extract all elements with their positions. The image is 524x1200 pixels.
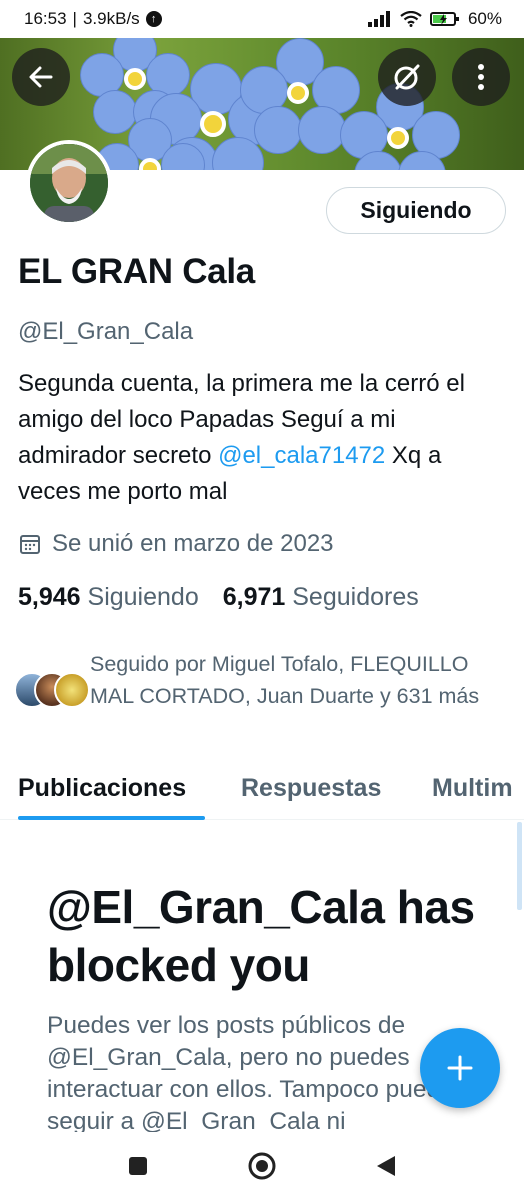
avatar[interactable] (26, 140, 112, 226)
status-right: 60% (367, 9, 502, 29)
joined-text: Se unió en marzo de 2023 (52, 530, 334, 557)
more-button[interactable] (452, 48, 510, 106)
followed-by[interactable]: Seguido por Miguel Tofalo, FLEQUILLO MAL… (14, 648, 514, 712)
system-nav-bar (0, 1132, 524, 1200)
profile-handle: @El_Gran_Cala (18, 318, 194, 345)
status-network-speed: 3.9kB/s (82, 9, 140, 28)
square-icon[interactable] (127, 1155, 149, 1177)
followers-label: Seguidores (292, 583, 419, 611)
status-left: 16:53 | 3.9kB/s ↑ (24, 9, 162, 29)
triangle-back-icon[interactable] (375, 1154, 397, 1178)
tab-replies[interactable]: Respuestas (241, 774, 381, 803)
back-button[interactable] (12, 48, 70, 106)
profile-name: EL GRAN Cala (18, 252, 255, 291)
blocked-message: Puedes ver los posts públicos de @El_Gra… (47, 1012, 467, 1132)
wifi-icon (400, 11, 422, 27)
following-stat[interactable]: 5,946 Siguiendo (18, 583, 199, 612)
active-tab-indicator (18, 816, 205, 820)
following-count: 5,946 (18, 583, 81, 611)
profile-tabs: Publicaciones Respuestas Multim (0, 760, 524, 820)
follower-avatar (54, 672, 90, 708)
vertical-dots-icon (478, 64, 484, 90)
follow-stats: 5,946 Siguiendo 6,971 Seguidores (18, 583, 419, 612)
scrollbar[interactable] (517, 822, 522, 910)
following-label: Siguiendo (87, 583, 199, 611)
followed-by-text: Seguido por Miguel Tofalo, FLEQUILLO MAL… (90, 652, 480, 708)
arrow-left-icon (29, 66, 53, 88)
tab-media[interactable]: Multim (432, 774, 513, 803)
compose-button[interactable] (420, 1028, 500, 1108)
joined-date: Se unió en marzo de 2023 (18, 530, 334, 558)
bio-mention-link[interactable]: @el_cala71472 (218, 442, 385, 469)
blocked-title: @El_Gran_Cala has blocked you (47, 881, 475, 991)
notification-icon: ↑ (145, 11, 162, 27)
circle-home-icon[interactable] (247, 1151, 277, 1181)
followers-count: 6,971 (222, 583, 286, 611)
avatar-photo (30, 144, 108, 222)
slashed-circle-icon (394, 64, 420, 90)
grok-button[interactable] (378, 48, 436, 106)
tab-posts[interactable]: Publicaciones (18, 774, 186, 803)
followers-stat[interactable]: 6,971 Seguidores (223, 583, 419, 612)
calendar-icon (20, 535, 40, 554)
battery-level: 60% (467, 9, 502, 28)
following-button[interactable]: Siguiendo (326, 187, 506, 234)
status-bar: 16:53 | 3.9kB/s ↑ 60% (0, 0, 524, 38)
plus-icon (447, 1055, 473, 1081)
battery-icon (429, 12, 459, 26)
signal-icon (367, 11, 390, 27)
profile-bio: Segunda cuenta, la primera me la cerró e… (18, 366, 508, 510)
status-time: 16:53 (24, 9, 67, 28)
status-separator: | (72, 9, 77, 28)
